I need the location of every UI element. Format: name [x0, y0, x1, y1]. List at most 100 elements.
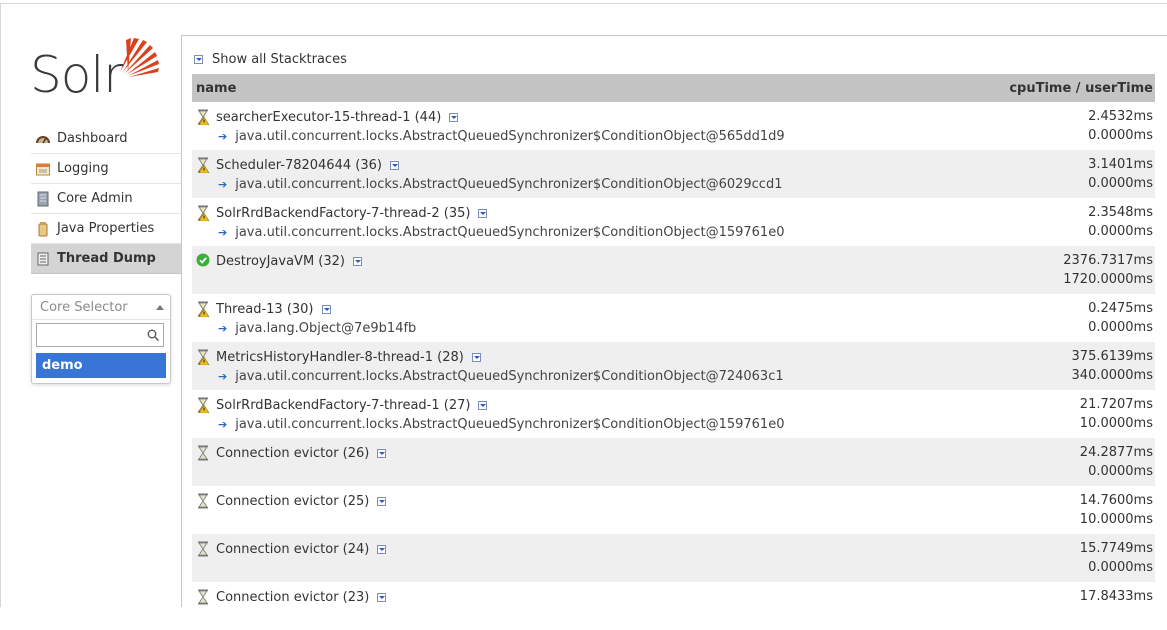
- thread-lock-line: ➔ java.lang.Object@7e9b14fb: [218, 319, 416, 337]
- thread-lock: java.util.concurrent.locks.AbstractQueue…: [235, 128, 785, 144]
- java-properties-icon: [35, 221, 51, 237]
- cpu-time: 24.2877ms: [1079, 445, 1153, 460]
- thread-dump-panel: Show all Stacktraces name cpuTime / user…: [181, 35, 1167, 607]
- table-header: name cpuTime / userTime: [192, 74, 1155, 102]
- thread-lock-line: ➔ java.util.concurrent.locks.AbstractQueu…: [218, 223, 784, 241]
- sidebar-item-label: Logging: [57, 161, 109, 176]
- thread-name: Connection evictor (24): [216, 541, 370, 557]
- expand-stacktrace-toggle[interactable]: [377, 496, 387, 506]
- user-time: 0.0000ms: [1088, 560, 1153, 575]
- timed-waiting-state-icon: [196, 589, 210, 605]
- cpu-time: 2376.7317ms: [1063, 253, 1153, 268]
- thread-name-line: Thread-13 (30): [196, 300, 340, 318]
- user-time: 10.0000ms: [1079, 416, 1153, 431]
- sidebar-item-core-admin[interactable]: Core Admin: [31, 184, 181, 214]
- runnable-state-icon: [196, 253, 210, 269]
- core-option-demo[interactable]: demo: [36, 353, 166, 378]
- expand-stacktrace-toggle[interactable]: [449, 112, 459, 122]
- cpu-time: 14.7600ms: [1079, 493, 1153, 508]
- arrow-right-icon: ➔: [218, 417, 228, 431]
- thread-rows: searcherExecutor-15-thread-1 (44) ➔ java.u…: [192, 102, 1155, 630]
- solr-logo[interactable]: Solr: [30, 32, 165, 104]
- sidebar-item-label: Thread Dump: [57, 251, 156, 266]
- thread-name: MetricsHistoryHandler-8-thread-1 (28): [216, 349, 464, 365]
- arrow-right-icon: ➔: [218, 225, 228, 239]
- dashboard-icon: [35, 131, 51, 147]
- thread-name: SolrRrdBackendFactory-7-thread-1 (27): [216, 397, 471, 413]
- thread-name-line: SolrRrdBackendFactory-7-thread-2 (35): [196, 204, 496, 222]
- expand-stacktrace-toggle[interactable]: [321, 304, 331, 314]
- thread-lock: java.util.concurrent.locks.AbstractQueue…: [235, 416, 785, 432]
- user-time: 0.0000ms: [1088, 224, 1153, 239]
- show-all-label: Show all Stacktraces: [212, 52, 347, 67]
- top-border: [0, 3, 1167, 4]
- waiting-state-icon: [196, 157, 210, 174]
- thread-row: SolrRrdBackendFactory-7-thread-2 (35) ➔ ja…: [192, 198, 1155, 246]
- thread-name: DestroyJavaVM (32): [216, 253, 345, 269]
- thread-row: DestroyJavaVM (32) 2376.7317ms 1720.0000ms: [192, 246, 1155, 294]
- logging-icon: [35, 161, 51, 177]
- user-time: 1720.0000ms: [1063, 272, 1153, 287]
- thread-lock-line: ➔ java.util.concurrent.locks.AbstractQueu…: [218, 175, 782, 193]
- cpu-time: 3.1401ms: [1088, 157, 1153, 172]
- thread-row: SolrRrdBackendFactory-7-thread-1 (27) ➔ ja…: [192, 390, 1155, 438]
- thread-row: Connection evictor (25) 14.7600ms 10.0000m…: [192, 486, 1155, 534]
- core-selector-placeholder: Core Selector: [40, 299, 128, 315]
- sidebar-item-thread-dump[interactable]: Thread Dump: [31, 244, 181, 274]
- thread-row: Connection evictor (24) 15.7749ms 0.0000ms: [192, 534, 1155, 582]
- thread-lock: java.util.concurrent.locks.AbstractQueue…: [235, 176, 783, 192]
- core-selector[interactable]: Core Selector demo: [31, 294, 171, 384]
- thread-name: SolrRrdBackendFactory-7-thread-2 (35): [216, 205, 471, 221]
- thread-name: Scheduler-78204644 (36): [216, 157, 382, 173]
- chevron-up-icon: [156, 304, 164, 310]
- expand-stacktrace-toggle[interactable]: [389, 160, 399, 170]
- thread-lock: java.util.concurrent.locks.AbstractQueue…: [235, 368, 784, 384]
- core-admin-icon: [35, 191, 51, 207]
- thread-row: Scheduler-78204644 (36) ➔ java.util.concur…: [192, 150, 1155, 198]
- sidebar-item-logging[interactable]: Logging: [31, 154, 181, 184]
- left-edge: [0, 4, 1, 607]
- arrow-right-icon: ➔: [218, 177, 228, 191]
- thread-lock: java.lang.Object@7e9b14fb: [235, 320, 417, 336]
- thread-row: Connection evictor (26) 24.2877ms 0.0000ms: [192, 438, 1155, 486]
- thread-name: Thread-13 (30): [216, 301, 314, 317]
- thread-name: Connection evictor (25): [216, 493, 370, 509]
- expand-stacktrace-toggle[interactable]: [478, 208, 488, 218]
- expand-stacktrace-toggle[interactable]: [478, 400, 488, 410]
- expand-stacktrace-toggle[interactable]: [377, 544, 387, 554]
- sidebar-item-java-properties[interactable]: Java Properties: [31, 214, 181, 244]
- cpu-time: 17.8433ms: [1079, 589, 1153, 604]
- expand-stacktrace-toggle[interactable]: [377, 448, 387, 458]
- waiting-state-icon: [196, 109, 210, 126]
- sidebar-item-label: Dashboard: [57, 131, 128, 146]
- show-all-stacktraces-toggle[interactable]: Show all Stacktraces: [194, 52, 347, 67]
- thread-row: MetricsHistoryHandler-8-thread-1 (28) ➔ ja…: [192, 342, 1155, 390]
- thread-lock-line: ➔ java.util.concurrent.locks.AbstractQueu…: [218, 127, 785, 145]
- arrow-right-icon: ➔: [218, 321, 228, 335]
- core-selector-header[interactable]: Core Selector: [32, 295, 170, 320]
- thread-lock-line: ➔ java.util.concurrent.locks.AbstractQueu…: [218, 367, 784, 385]
- user-time: 10.0000ms: [1079, 512, 1153, 527]
- logo-text: Solr: [30, 46, 124, 104]
- thread-name: searcherExecutor-15-thread-1 (44): [216, 109, 442, 125]
- times-column-header: cpuTime / userTime: [1009, 80, 1153, 96]
- thread-row: searcherExecutor-15-thread-1 (44) ➔ java.u…: [192, 102, 1155, 150]
- core-search-input[interactable]: [36, 323, 164, 347]
- search-icon: [147, 329, 159, 341]
- expand-stacktrace-toggle[interactable]: [352, 256, 362, 266]
- thread-name: Connection evictor (26): [216, 445, 370, 461]
- user-time: 0.0000ms: [1088, 128, 1153, 143]
- thread-lock: java.util.concurrent.locks.AbstractQueue…: [235, 224, 785, 240]
- sidebar-item-dashboard[interactable]: Dashboard: [31, 124, 181, 154]
- name-column-header: name: [196, 80, 237, 96]
- expand-stacktrace-toggle[interactable]: [377, 592, 387, 602]
- user-time: 0.0000ms: [1088, 320, 1153, 335]
- arrow-right-icon: ➔: [218, 369, 228, 383]
- expand-toggle-icon: [194, 55, 203, 64]
- user-time: 0.0000ms: [1088, 464, 1153, 479]
- user-time: 340.0000ms: [1071, 368, 1153, 383]
- timed-waiting-state-icon: [196, 493, 210, 509]
- thread-name-line: Connection evictor (26): [196, 444, 395, 462]
- expand-stacktrace-toggle[interactable]: [471, 352, 481, 362]
- thread-row: Thread-13 (30) ➔ java.lang.Object@7e9b14fb…: [192, 294, 1155, 342]
